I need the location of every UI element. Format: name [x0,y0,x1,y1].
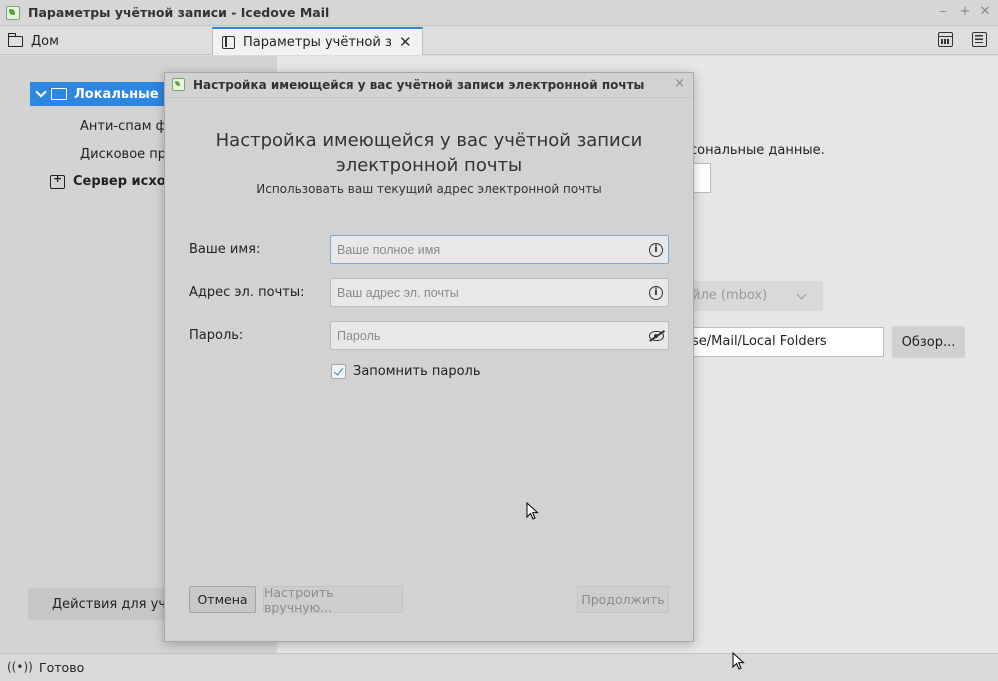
folder-icon [7,32,23,47]
local-directory-field[interactable]: se/Mail/Local Folders [690,327,884,357]
tab-home[interactable]: Дом [7,32,59,50]
status-bar: ((•)) Готово [0,653,998,681]
mouse-pointer-icon [732,652,745,670]
window-title: Параметры учётной записи - Icedove Mail [28,5,330,20]
cancel-button[interactable]: Отмена [189,586,256,613]
manual-config-button-label: Настроить вручную... [264,584,334,615]
settings-tab-icon [222,35,235,49]
close-tab-icon[interactable]: ✕ [399,33,412,51]
icedove-app-icon [172,78,185,91]
dialog-title: Настройка имеющейся у вас учётной записи… [193,78,645,92]
minimize-button[interactable]: – [936,4,950,20]
checkbox-checked-icon[interactable] [331,364,346,379]
continue-button-label: Продолжить [581,592,665,607]
tasks-icon[interactable] [972,32,987,47]
info-icon: i [649,286,663,300]
icedove-app-icon [6,6,20,20]
dialog-heading-line1: Настройка имеющейся у вас учётной записи [215,130,643,151]
full-name-input[interactable] [330,235,669,264]
remember-password-checkbox[interactable]: Запомнить пароль [331,364,481,379]
outgoing-server-icon [50,172,65,189]
maximize-button[interactable]: + [958,4,972,20]
status-text: Готово [39,660,85,675]
dialog-heading: Настройка имеющейся у вас учётной записи… [205,128,653,178]
tab-bar: Дом Параметры учётной запис ✕ [0,27,998,55]
sidebar-item-disk-space[interactable]: Дисковое про [80,147,174,162]
tab-home-label: Дом [31,33,59,49]
cancel-button-label: Отмена [197,592,248,607]
folder-icon [51,88,67,100]
manual-config-button[interactable]: Настроить вручную... [263,584,403,615]
email-input[interactable] [330,278,669,307]
tab-account-settings[interactable]: Параметры учётной запис ✕ [212,27,423,55]
local-directory-value: se/Mail/Local Folders [692,334,827,349]
mouse-pointer-icon [526,502,539,520]
chevron-down-icon[interactable] [35,88,47,100]
dialog-titlebar: Настройка имеющейся у вас учётной записи… [165,73,693,98]
sidebar-item-junk[interactable]: Анти-спам фи [80,119,175,134]
name-label: Ваше имя: [189,242,261,257]
account-setup-dialog: Настройка имеющейся у вас учётной записи… [164,72,694,642]
account-actions-label: Действия для учё [52,596,175,612]
browse-button-label: Обзор... [901,334,956,350]
remember-password-label: Запомнить пароль [353,364,481,379]
personal-data-text: сональные данные. [690,143,825,158]
message-store-select[interactable]: йле (mbox) [690,281,823,311]
close-window-button[interactable]: ✕ [978,4,992,20]
info-icon: i [649,243,663,257]
tab-account-settings-label: Параметры учётной запис [243,34,391,50]
email-label: Адрес эл. почты: [189,285,305,300]
chevron-down-icon [796,289,807,300]
password-label: Пароль: [189,328,244,343]
message-store-value: йле (mbox) [692,288,768,303]
browse-button[interactable]: Обзор... [892,326,965,358]
dialog-subheading: Использовать ваш текущий адрес электронн… [256,182,602,196]
window-titlebar: Параметры учётной записи - Icedove Mail … [0,0,998,26]
close-dialog-icon[interactable]: × [674,76,685,91]
password-input[interactable] [330,321,669,350]
hide-password-icon[interactable] [649,331,664,341]
continue-button[interactable]: Продолжить [577,586,669,613]
calendar-icon[interactable] [938,32,953,47]
dialog-heading-line2: электронной почты [335,155,523,176]
online-status-icon[interactable]: ((•)) [7,660,33,674]
